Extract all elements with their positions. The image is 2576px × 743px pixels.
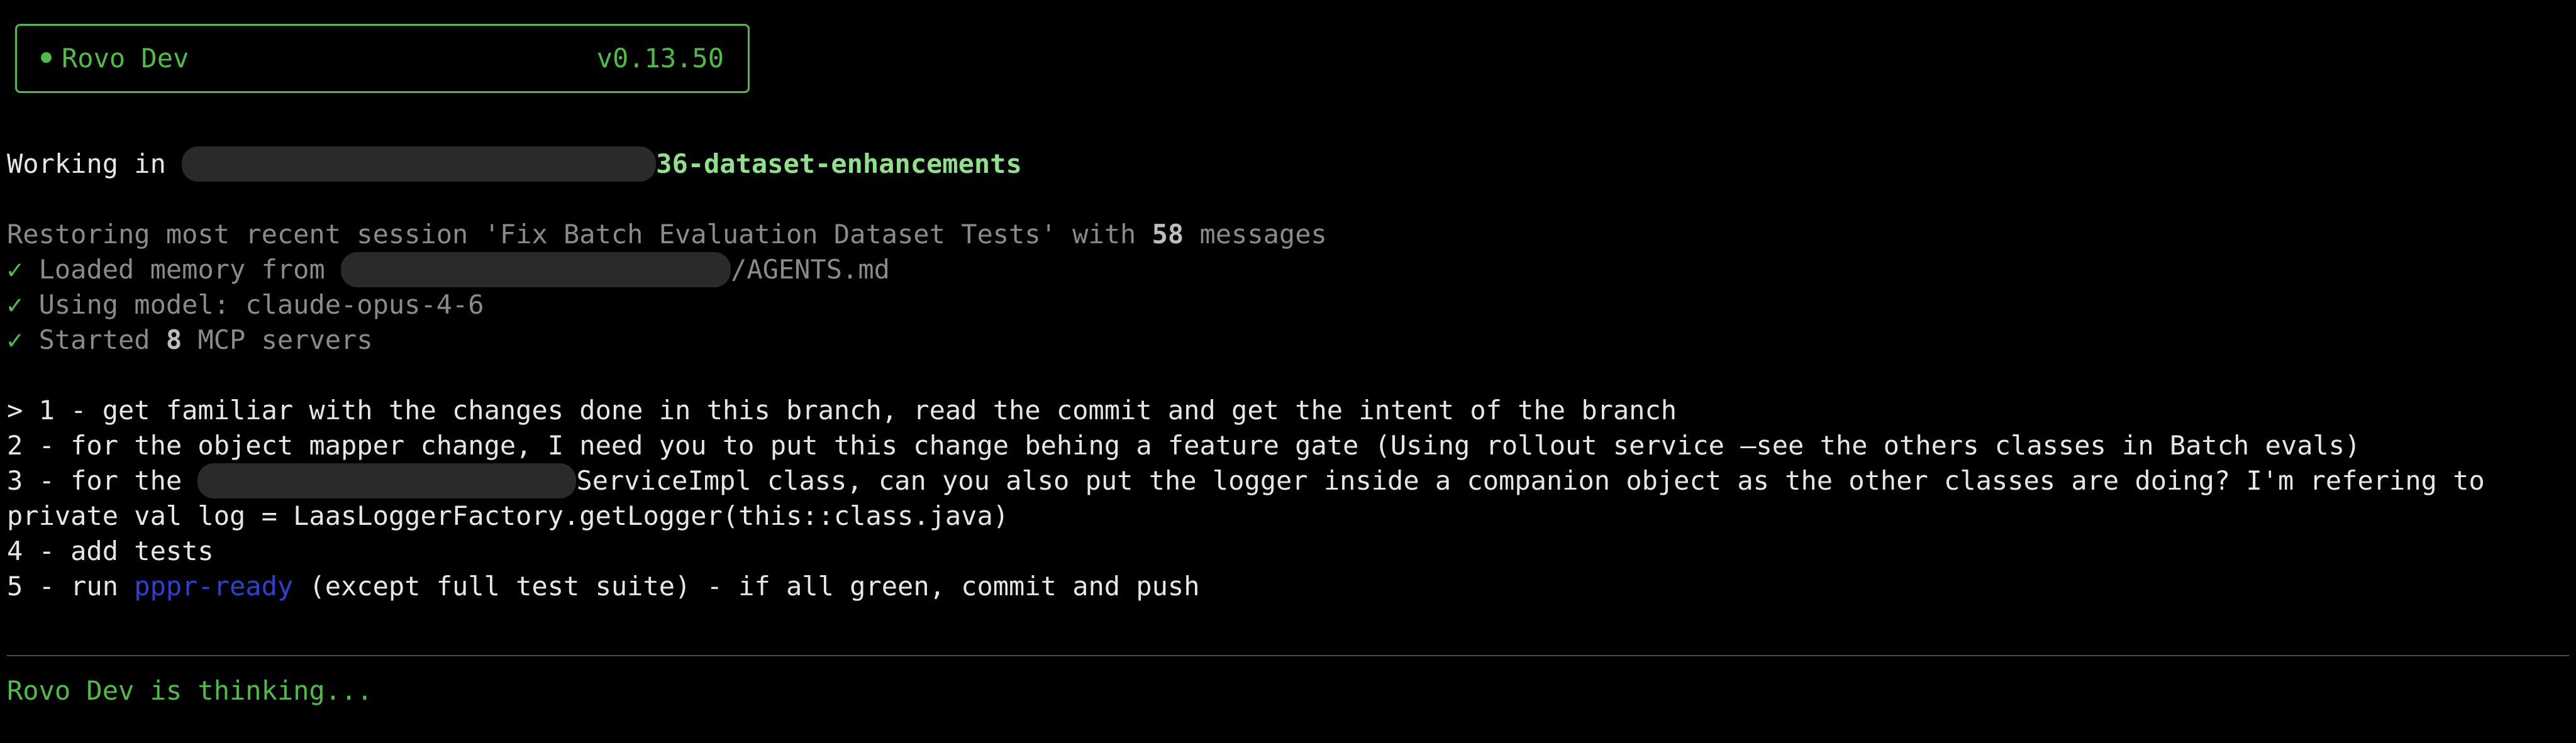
memory-prefix: Loaded memory from	[23, 254, 341, 285]
working-in-label: Working in	[7, 148, 182, 179]
restore-message-count: 58	[1152, 219, 1184, 250]
app-version: v0.13.50	[596, 43, 724, 74]
pppr-ready-link[interactable]: pppr-ready	[134, 571, 293, 602]
working-directory-line: Working in 36-dataset-enhancements	[7, 146, 1022, 182]
loaded-memory-line: ✓ Loaded memory from /AGENTS.md	[7, 252, 890, 287]
prompt-line-6-prefix: 5 - run	[7, 571, 135, 602]
divider	[7, 655, 2569, 656]
prompt-line-5: 4 - add tests	[7, 536, 214, 566]
redacted-class-name	[197, 463, 577, 498]
prompt-line-4: private val log = LaasLoggerFactory.getL…	[7, 500, 1009, 531]
app-header-box: Rovo Dev v0.13.50	[15, 24, 750, 93]
prompt-line-3-prefix: 3 - for the	[7, 465, 198, 496]
restore-session-line: Restoring most recent session 'Fix Batch…	[7, 217, 1327, 252]
model-line: ✓ Using model: claude-opus-4-6	[7, 287, 484, 322]
restore-prefix: Restoring most recent session 'Fix Batch…	[7, 219, 1152, 250]
app-title: Rovo Dev	[41, 41, 189, 76]
thinking-status: Rovo Dev is thinking...	[7, 675, 373, 706]
prompt-line-1: > 1 - get familiar with the changes done…	[7, 395, 1677, 426]
memory-file: /AGENTS.md	[731, 254, 890, 285]
mcp-count: 8	[165, 324, 182, 355]
mcp-servers-line: ✓ Started 8 MCP servers	[7, 322, 373, 358]
prompt-line-3-suffix: ServiceImpl class, can you also put the …	[576, 465, 2485, 496]
mcp-prefix: Started	[23, 324, 166, 355]
model-text: Using model: claude-opus-4-6	[23, 289, 484, 320]
mcp-suffix: MCP servers	[182, 324, 373, 355]
prompt-line-6-suffix: (except full test suite) - if all green,…	[293, 571, 1200, 602]
app-name: Rovo Dev	[62, 43, 189, 74]
status-dot-icon	[41, 52, 52, 63]
check-icon: ✓	[7, 324, 23, 355]
check-icon: ✓	[7, 254, 23, 285]
restore-suffix: messages	[1184, 219, 1327, 250]
redacted-path	[182, 146, 657, 182]
redacted-memory-path	[341, 252, 731, 287]
prompt-line-3: 3 - for the ServiceImpl class, can you a…	[7, 463, 2485, 498]
prompt-line-2: 2 - for the object mapper change, I need…	[7, 430, 2361, 461]
branch-name: 36-dataset-enhancements	[656, 148, 1022, 179]
prompt-line-6: 5 - run pppr-ready (except full test sui…	[7, 569, 1199, 604]
check-icon: ✓	[7, 289, 23, 320]
